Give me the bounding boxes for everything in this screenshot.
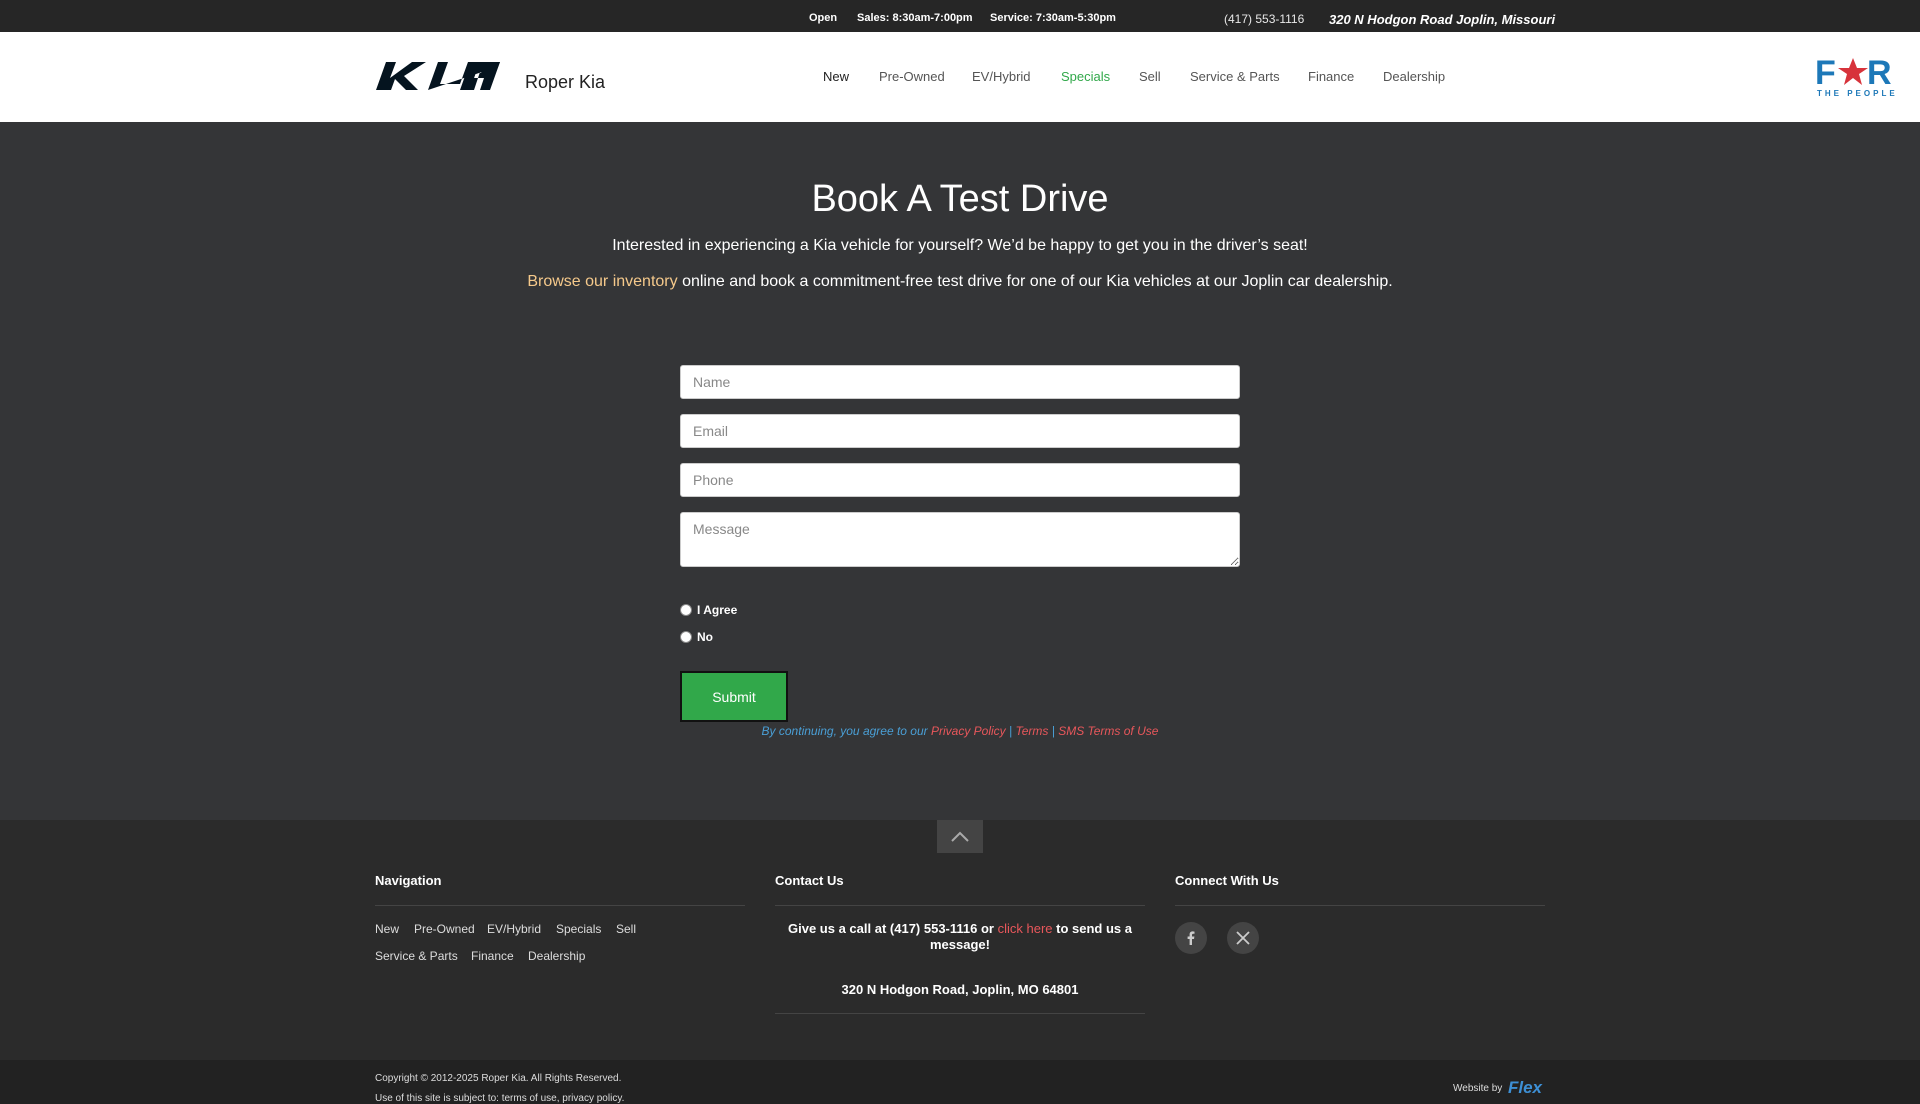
footer-nav-pre-owned[interactable]: Pre-Owned	[414, 922, 475, 936]
nav-finance[interactable]: Finance	[1308, 69, 1354, 84]
consent-prefix: By continuing, you agree to our	[761, 724, 931, 738]
for-the-people-logo[interactable]: F R THE PEOPLE	[1815, 52, 1895, 98]
nav-pre-owned[interactable]: Pre-Owned	[879, 69, 945, 84]
consent-text: By continuing, you agree to our Privacy …	[0, 724, 1920, 738]
intro-text-rest: online and book a commitment-free test d…	[677, 273, 1393, 290]
svg-text:R: R	[1867, 54, 1892, 92]
sms-terms-link[interactable]: SMS Terms of Use	[1058, 724, 1158, 738]
phone-input[interactable]	[680, 463, 1240, 497]
email-input[interactable]	[680, 414, 1240, 448]
flex-logo[interactable]: Flex	[1508, 1078, 1542, 1098]
footer-nav-finance[interactable]: Finance	[471, 949, 514, 963]
divider	[375, 905, 745, 906]
bottom-bar: Copyright © 2012-2025 Roper Kia. All Rig…	[0, 1060, 1920, 1104]
consent-separator: |	[1005, 724, 1016, 738]
x-twitter-button[interactable]	[1227, 922, 1259, 954]
consent-separator: |	[1048, 724, 1059, 738]
x-icon	[1236, 931, 1250, 945]
sales-hours: Sales: 8:30am-7:00pm	[857, 12, 973, 24]
nav-dealership[interactable]: Dealership	[1383, 69, 1445, 84]
website-by-label: Website by	[1453, 1083, 1503, 1094]
footer-nav-specials[interactable]: Specials	[556, 922, 601, 936]
submit-button[interactable]: Submit	[680, 671, 788, 722]
topbar-phone-link[interactable]: (417) 553-1116	[1224, 12, 1304, 26]
contact-call-text: Give us a call at (417) 553-1116 or clic…	[775, 921, 1145, 953]
scroll-to-top-button[interactable]	[937, 820, 983, 853]
terms-link[interactable]: Terms	[1015, 724, 1048, 738]
divider	[1175, 905, 1545, 906]
divider	[775, 905, 1145, 906]
chevron-up-icon	[951, 831, 969, 842]
agree-radio-option[interactable]: I Agree	[680, 603, 737, 617]
footer-nav-ev-hybrid[interactable]: EV/Hybrid	[487, 922, 541, 936]
browse-inventory-link[interactable]: Browse our inventory	[527, 273, 677, 290]
intro-text: Interested in experiencing a Kia vehicle…	[612, 237, 1308, 254]
footer-contact-title: Contact Us	[775, 873, 844, 888]
hours-open-status: Open	[809, 12, 838, 24]
footer-nav-service-parts[interactable]: Service & Parts	[375, 949, 458, 963]
footer-nav-dealership[interactable]: Dealership	[528, 949, 585, 963]
nav-ev-hybrid[interactable]: EV/Hybrid	[972, 69, 1031, 84]
click-here-link[interactable]: click here	[998, 921, 1053, 936]
nav-specials[interactable]: Specials	[1061, 69, 1110, 84]
svg-text:F: F	[1815, 54, 1836, 92]
nav-sell[interactable]: Sell	[1139, 69, 1161, 84]
footer-nav-title: Navigation	[375, 873, 442, 888]
service-hours: Service: 7:30am-5:30pm	[990, 12, 1116, 24]
message-textarea[interactable]	[680, 512, 1240, 567]
footer-nav-new[interactable]: New	[375, 922, 399, 936]
contact-call-prefix: Give us a call at (417) 553-1116 or	[788, 921, 998, 936]
site-footer: Navigation Contact Us Connect With Us Ne…	[0, 820, 1920, 1060]
site-header: Roper Kia New Pre-Owned EV/Hybrid Specia…	[0, 32, 1920, 122]
nav-new[interactable]: New	[823, 69, 849, 84]
facebook-icon	[1187, 931, 1195, 945]
no-radio[interactable]	[680, 631, 692, 643]
name-input[interactable]	[680, 365, 1240, 399]
no-label: No	[697, 630, 713, 644]
footer-connect-title: Connect With Us	[1175, 873, 1279, 888]
facebook-button[interactable]	[1175, 922, 1207, 954]
svg-text:THE PEOPLE: THE PEOPLE	[1817, 89, 1895, 98]
page-title: Book A Test Drive	[811, 178, 1109, 220]
no-radio-option[interactable]: No	[680, 630, 713, 644]
dealer-name[interactable]: Roper Kia	[525, 72, 605, 93]
terms-notice[interactable]: Use of this site is subject to: terms of…	[375, 1093, 624, 1104]
footer-nav-sell[interactable]: Sell	[616, 922, 636, 936]
top-info-bar: Open Sales: 8:30am-7:00pm Service: 7:30a…	[0, 0, 1920, 32]
agree-radio[interactable]	[680, 604, 692, 616]
divider	[775, 1013, 1145, 1014]
contact-address[interactable]: 320 N Hodgon Road, Joplin, MO 64801	[775, 982, 1145, 997]
privacy-policy-link[interactable]: Privacy Policy	[931, 724, 1006, 738]
kia-logo[interactable]	[376, 60, 500, 92]
topbar-address-link[interactable]: 320 N Hodgon Road Joplin, Missouri	[1329, 12, 1555, 27]
agree-label: I Agree	[697, 603, 738, 617]
copyright: Copyright © 2012-2025 Roper Kia. All Rig…	[375, 1073, 622, 1084]
nav-service-parts[interactable]: Service & Parts	[1190, 69, 1280, 84]
intro-text-browse: Browse our inventory online and book a c…	[0, 273, 1920, 291]
